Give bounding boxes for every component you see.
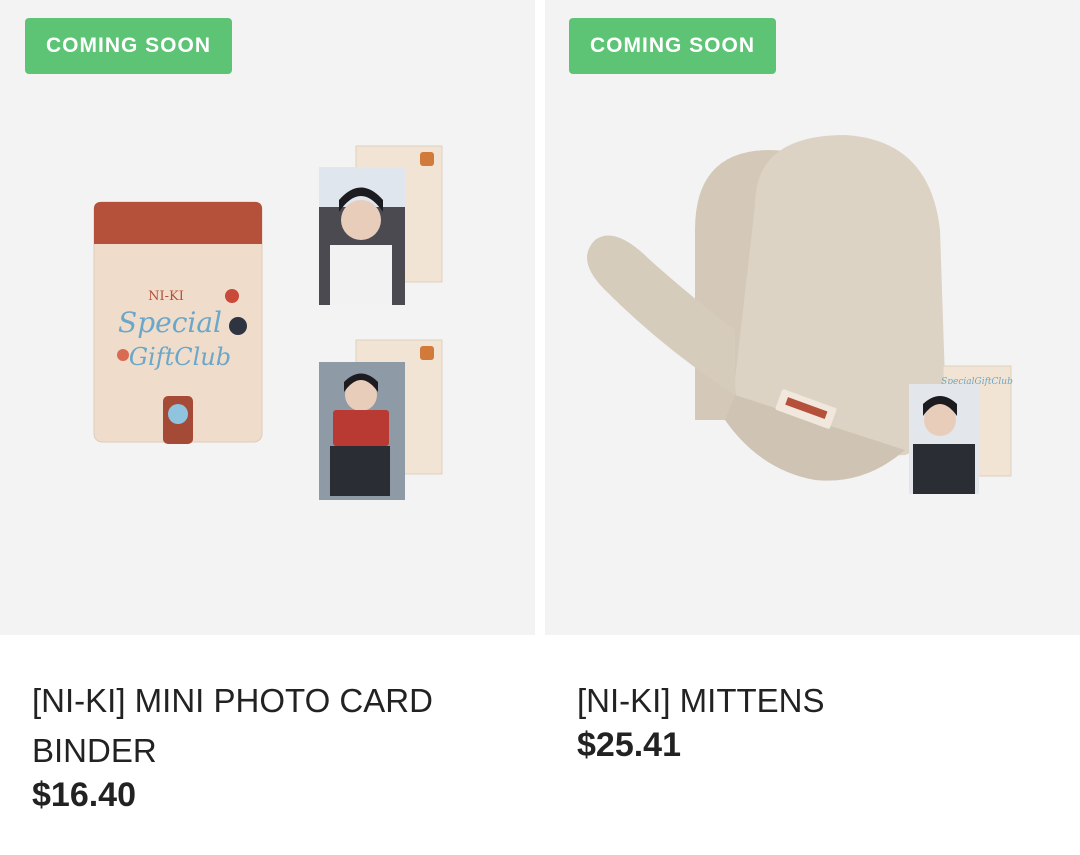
product-card-photo-binder[interactable]: NI-KI Special GiftClub COMING SOON [NI-K… — [0, 0, 535, 855]
binder-label-sub: GiftClub — [129, 343, 231, 371]
product-card-mittens[interactable]: SpecialGiftClub COMING SOON [NI-KI] MITT… — [545, 0, 1080, 855]
product-title[interactable]: [NI-KI] MINI PHOTO CARD BINDER — [32, 676, 502, 776]
binder-label-main: Special — [118, 306, 222, 339]
binder-label-top: NI-KI — [148, 289, 184, 304]
coming-soon-badge: COMING SOON — [569, 18, 777, 74]
mittens-illustration: SpecialGiftClub — [587, 135, 1013, 494]
product-image-photo-binder[interactable]: NI-KI Special GiftClub COMING SOON — [0, 0, 535, 635]
product-image-mittens[interactable]: SpecialGiftClub COMING SOON — [545, 0, 1080, 635]
product-title[interactable]: [NI-KI] MITTENS — [577, 676, 1047, 726]
product-price: $16.40 — [32, 776, 136, 814]
coming-soon-badge: COMING SOON — [25, 18, 233, 74]
binder-illustration: NI-KI Special GiftClub — [93, 145, 443, 500]
product-price: $25.41 — [577, 726, 681, 764]
